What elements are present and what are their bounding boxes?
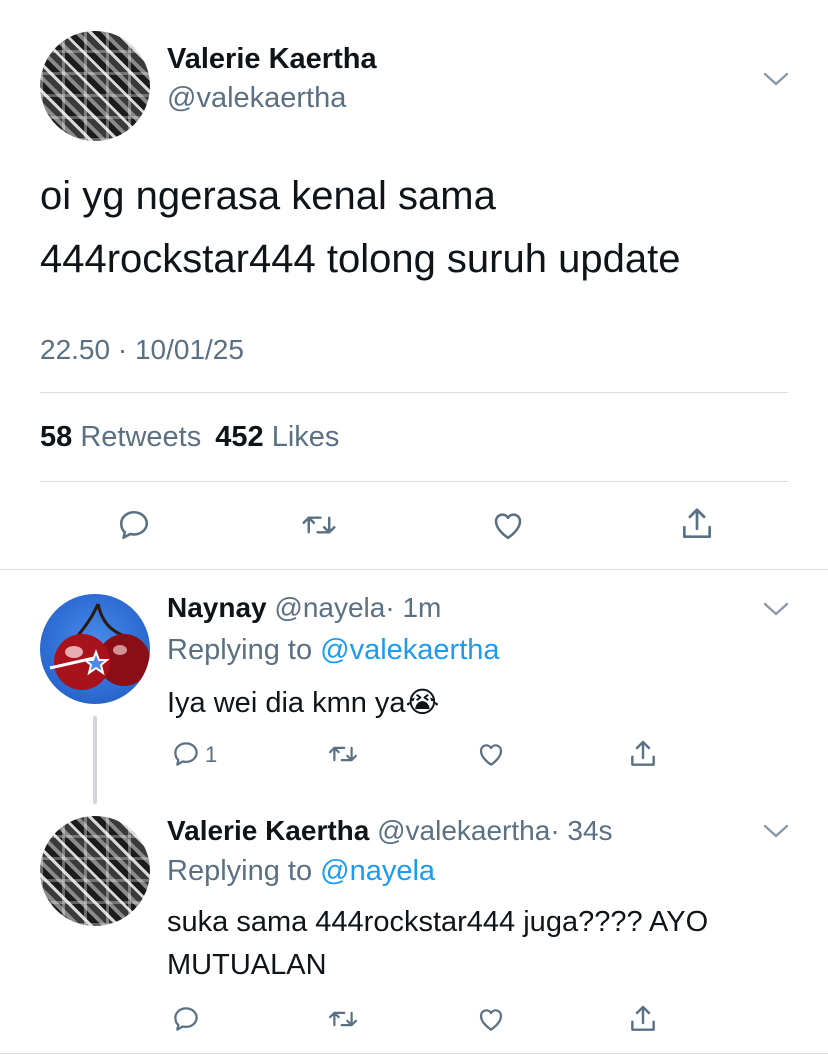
replying-prefix: Replying to xyxy=(167,855,313,887)
author-handle[interactable]: @valekaertha xyxy=(167,82,346,115)
retweets-count[interactable]: 58 xyxy=(40,421,72,453)
likes-label[interactable]: Likes xyxy=(272,421,340,453)
reply-icon[interactable] xyxy=(112,505,156,545)
reply-icon[interactable] xyxy=(170,1002,202,1036)
reply-header: Naynay @nayela· 1m xyxy=(167,592,441,624)
reply-text-line-2: MUTUALAN xyxy=(167,949,327,981)
tweet-text-line-2: 444rockstar444 tolong suruh update xyxy=(40,237,681,281)
replying-to: Replying to @valekaertha xyxy=(167,634,500,667)
retweet-icon[interactable] xyxy=(324,737,362,771)
share-icon[interactable] xyxy=(624,735,662,773)
chevron-down-icon[interactable] xyxy=(760,66,792,92)
reply-time[interactable]: · 34s xyxy=(550,815,612,846)
reply-text: Iya wei dia kmn ya😭 xyxy=(167,687,440,719)
reply-text-line-1: suka sama 444rockstar444 juga???? AYO xyxy=(167,906,709,938)
replying-prefix: Replying to xyxy=(167,634,313,666)
chevron-down-icon[interactable] xyxy=(760,818,792,844)
avatar[interactable] xyxy=(40,31,150,141)
avatar[interactable] xyxy=(40,594,150,704)
like-icon[interactable] xyxy=(486,505,530,545)
divider xyxy=(40,392,788,393)
author-handle[interactable]: @valekaertha xyxy=(377,815,550,846)
cherry-icon xyxy=(49,603,150,690)
retweet-icon[interactable] xyxy=(324,1002,362,1036)
divider xyxy=(40,481,788,482)
likes-count[interactable]: 452 xyxy=(215,421,263,453)
timestamp[interactable]: 22.50 · 10/01/25 xyxy=(40,334,244,366)
tweet-text-line-1: oi yg ngerasa kenal sama xyxy=(40,174,496,218)
reply-icon[interactable] xyxy=(170,737,202,771)
like-icon[interactable] xyxy=(472,737,510,771)
section-divider xyxy=(0,569,828,570)
avatar[interactable] xyxy=(40,816,150,926)
author-name[interactable]: Valerie Kaertha xyxy=(167,815,369,846)
retweet-icon[interactable] xyxy=(297,505,341,545)
share-icon[interactable] xyxy=(624,1000,662,1038)
author-name[interactable]: Valerie Kaertha xyxy=(167,43,377,76)
retweets-label[interactable]: Retweets xyxy=(80,421,201,453)
author-name[interactable]: Naynay xyxy=(167,592,267,623)
author-handle[interactable]: @nayela xyxy=(274,592,385,623)
like-icon[interactable] xyxy=(472,1002,510,1036)
thread-line xyxy=(93,716,97,804)
reply-header: Valerie Kaertha @valekaertha· 34s xyxy=(167,815,613,847)
reply-count: 1 xyxy=(205,742,218,767)
replying-to-link[interactable]: @valekaertha xyxy=(320,634,499,666)
reply-time[interactable]: · 1m xyxy=(385,592,441,623)
share-icon[interactable] xyxy=(675,503,719,545)
engagement-stats: 58 Retweets 452 Likes xyxy=(40,421,339,454)
chevron-down-icon[interactable] xyxy=(760,596,792,622)
replying-to-link[interactable]: @nayela xyxy=(320,855,435,887)
replying-to: Replying to @nayela xyxy=(167,855,435,888)
bottom-divider xyxy=(0,1053,828,1054)
